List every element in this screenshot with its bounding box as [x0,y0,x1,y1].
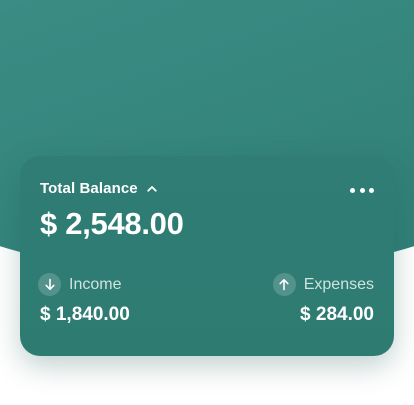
dot [369,187,374,193]
income-amount: $ 1,840.00 [40,304,130,325]
total-balance-label: Total Balance [40,180,138,197]
dot [350,187,355,193]
total-balance-amount: $ 2,548.00 [40,206,184,241]
income-label: Income [69,275,122,293]
balance-screen: Total Balance $ 2,548.00 Income Expenses… [0,0,414,405]
income-stat: Income [38,273,121,296]
chevron-up-icon[interactable] [146,183,158,195]
balance-header: Total Balance [40,180,158,197]
dot [359,187,365,193]
more-options-button[interactable] [350,184,374,196]
expenses-label: Expenses [303,275,374,293]
expenses-stat: Expenses [272,273,374,296]
balance-card: Total Balance $ 2,548.00 Income Expenses… [20,156,394,356]
expenses-amount: $ 284.00 [300,304,374,325]
arrow-down-icon [38,273,61,296]
arrow-up-icon [272,273,296,296]
